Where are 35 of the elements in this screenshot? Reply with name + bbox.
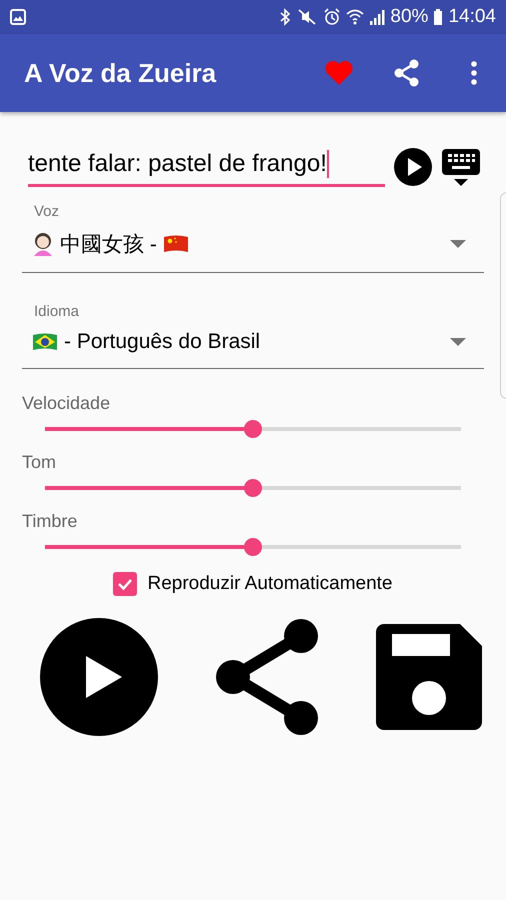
bluetooth-icon — [279, 8, 292, 26]
save-icon[interactable] — [376, 624, 482, 730]
slider-label: Tom — [22, 452, 58, 473]
clock-time: 14:04 — [448, 6, 496, 28]
dropdown[interactable]: 中國女孩 - — [22, 220, 484, 272]
dropdown-label: Idioma — [33, 303, 80, 320]
play-icon[interactable] — [393, 146, 433, 186]
battery-icon — [433, 8, 444, 26]
alarm-icon — [323, 8, 342, 26]
checkbox-label[interactable]: Reproduzir Automaticamente — [147, 573, 392, 595]
girl-icon — [32, 232, 54, 256]
battery-percentage: 80% — [390, 6, 428, 28]
dropdown[interactable]: - Português do Brasil — [22, 320, 484, 368]
brazil-flag-icon — [32, 332, 58, 352]
slider-thumb[interactable] — [244, 420, 262, 438]
china-flag-icon — [162, 234, 189, 254]
slider-label: Timbre — [22, 511, 78, 532]
dropdown-arrow-icon — [450, 338, 466, 346]
keyboard-icon[interactable] — [441, 146, 481, 186]
slider-label: Velocidade — [22, 393, 112, 414]
play-icon[interactable] — [40, 618, 158, 736]
text-input-field[interactable]: tente falar: pastel de frango! — [28, 146, 385, 187]
dropdown-label: Voz — [33, 203, 60, 220]
mute-icon — [296, 8, 318, 26]
wifi-icon — [346, 8, 364, 26]
checkbox[interactable] — [113, 572, 138, 596]
slider-thumb[interactable] — [244, 538, 262, 556]
signal-icon — [369, 8, 386, 26]
more-options-icon[interactable] — [470, 60, 478, 86]
slider-thumb[interactable] — [244, 479, 262, 497]
share-icon[interactable] — [394, 59, 420, 87]
share-icon[interactable] — [214, 618, 320, 736]
image-notification-icon — [10, 9, 26, 25]
dropdown-arrow-icon — [450, 240, 466, 248]
app-title: A Voz da Zueira — [24, 58, 218, 88]
